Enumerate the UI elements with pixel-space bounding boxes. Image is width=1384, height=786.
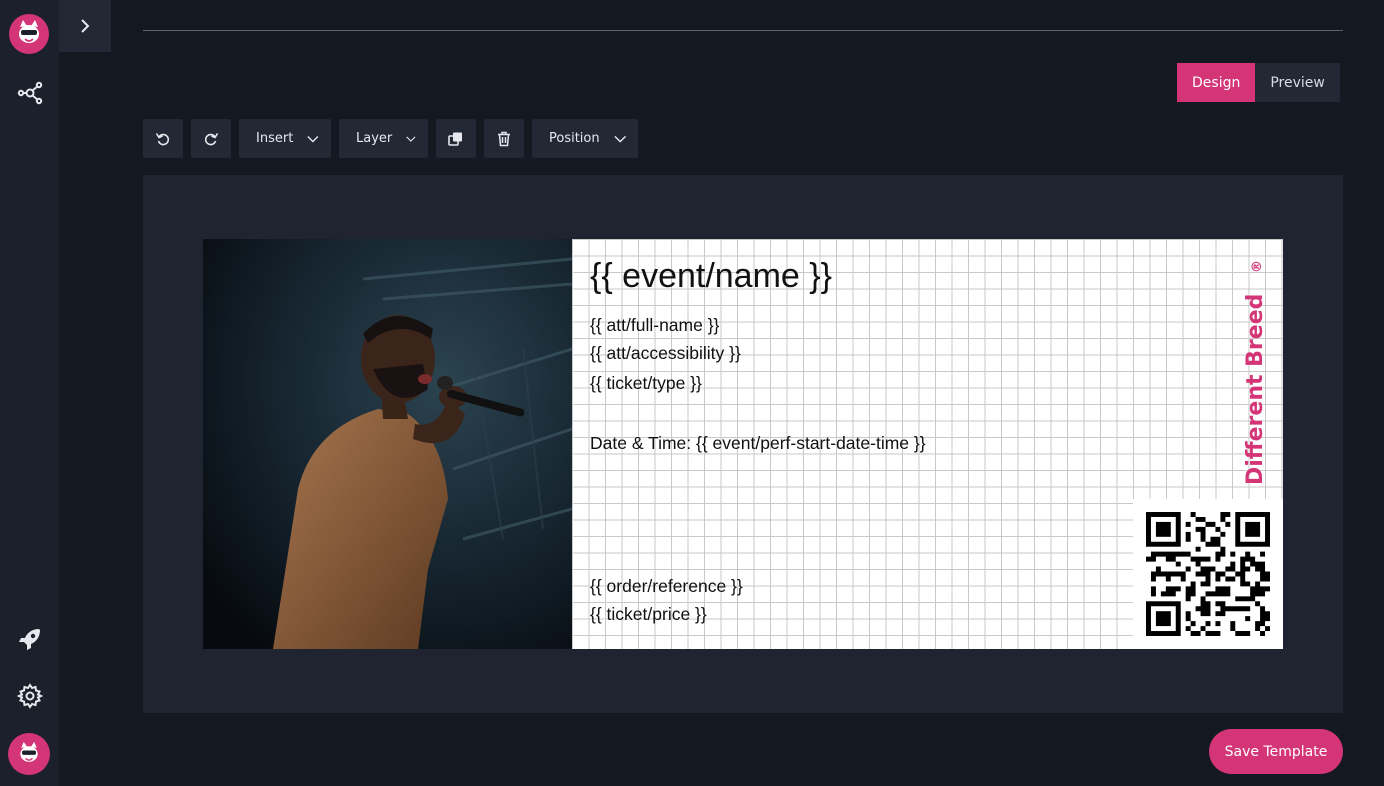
design-canvas[interactable]: {{ event/name }} {{ att/full-name }} {{ …	[143, 175, 1343, 713]
position-dropdown[interactable]: Position	[532, 119, 638, 158]
attendee-name-field[interactable]: {{ att/full-name }}	[590, 315, 719, 336]
delete-button[interactable]	[484, 119, 524, 158]
position-label: Position	[549, 131, 600, 146]
brand-logo-text: Different Breed	[1243, 294, 1268, 485]
chevron-down-icon	[614, 135, 626, 143]
undo-icon	[155, 132, 170, 145]
rocket-icon[interactable]	[10, 619, 50, 659]
editor-toolbar: Insert Layer Position	[143, 119, 638, 158]
date-time-field[interactable]: Date & Time: {{ event/perf-start-date-ti…	[590, 433, 926, 454]
event-name-field[interactable]: {{ event/name }}	[590, 257, 832, 296]
qr-code[interactable]	[1133, 499, 1283, 649]
user-avatar[interactable]	[8, 733, 50, 775]
divider	[143, 30, 1343, 31]
ticket-details-panel[interactable]: {{ event/name }} {{ att/full-name }} {{ …	[572, 239, 1283, 649]
mode-toggle: Design Preview	[1177, 63, 1340, 102]
order-reference-field[interactable]: {{ order/reference }}	[590, 576, 743, 597]
registered-mark: ®	[1250, 260, 1265, 273]
save-template-button[interactable]: Save Template	[1209, 729, 1343, 774]
network-nodes-icon[interactable]	[10, 73, 50, 113]
brand-logo[interactable]: Different Breed ®	[1239, 253, 1269, 485]
insert-label: Insert	[256, 131, 294, 146]
sidebar	[0, 0, 59, 786]
ticket-template[interactable]: {{ event/name }} {{ att/full-name }} {{ …	[203, 239, 1283, 649]
gear-icon[interactable]	[10, 676, 50, 716]
accessibility-field[interactable]: {{ att/accessibility }}	[590, 343, 741, 364]
chevron-down-icon	[406, 136, 416, 142]
design-tab[interactable]: Design	[1177, 63, 1256, 102]
duplicate-button[interactable]	[436, 119, 476, 158]
insert-dropdown[interactable]: Insert	[239, 119, 331, 158]
ticket-type-field[interactable]: {{ ticket/type }}	[590, 373, 702, 394]
ticket-price-field[interactable]: {{ ticket/price }}	[590, 604, 707, 625]
layer-label: Layer	[356, 131, 393, 146]
chevron-right-icon	[81, 19, 90, 33]
duplicate-icon	[448, 132, 462, 146]
cat-logo-icon[interactable]	[9, 14, 49, 54]
redo-button[interactable]	[191, 119, 231, 158]
chevron-down-icon	[307, 135, 319, 142]
expand-sidebar-button[interactable]	[59, 0, 111, 52]
undo-button[interactable]	[143, 119, 183, 158]
preview-tab[interactable]: Preview	[1255, 63, 1340, 102]
performer-photo[interactable]	[203, 239, 572, 649]
trash-icon	[498, 131, 510, 146]
redo-icon	[204, 132, 219, 145]
layer-dropdown[interactable]: Layer	[339, 119, 428, 158]
